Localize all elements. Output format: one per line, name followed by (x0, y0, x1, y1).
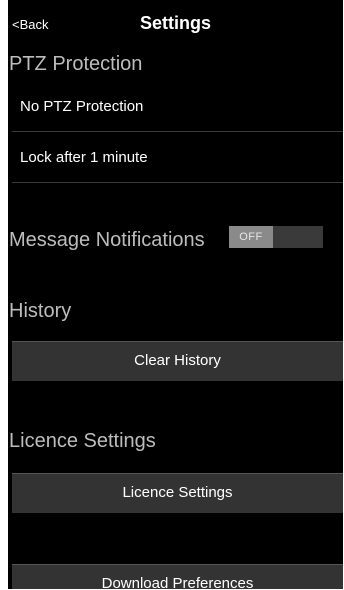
message-notifications-toggle[interactable]: OFF (229, 226, 323, 248)
section-heading-ptz-protection: PTZ Protection (9, 53, 143, 75)
toggle-knob: OFF (229, 226, 273, 248)
frame-border-left (0, 0, 8, 590)
download-preferences-button[interactable]: Download Preferences (12, 564, 343, 589)
section-heading-message-notifications: Message Notifications (9, 229, 205, 251)
settings-screen: <Back Settings PTZ Protection No PTZ Pro… (0, 0, 344, 590)
list-item-no-ptz-protection[interactable]: No PTZ Protection (12, 84, 343, 132)
licence-settings-button[interactable]: Licence Settings (12, 473, 343, 513)
list-item-label: Lock after 1 minute (20, 149, 148, 166)
page-title: Settings (139, 13, 211, 33)
list-item-lock-after-1-minute[interactable]: Lock after 1 minute (12, 135, 343, 183)
section-heading-history: History (9, 300, 72, 322)
list-item-label: No PTZ Protection (20, 98, 144, 115)
section-heading-licence-settings: Licence Settings (9, 430, 156, 452)
settings-content: <Back Settings PTZ Protection No PTZ Pro… (8, 0, 343, 589)
clear-history-button[interactable]: Clear History (12, 341, 343, 381)
